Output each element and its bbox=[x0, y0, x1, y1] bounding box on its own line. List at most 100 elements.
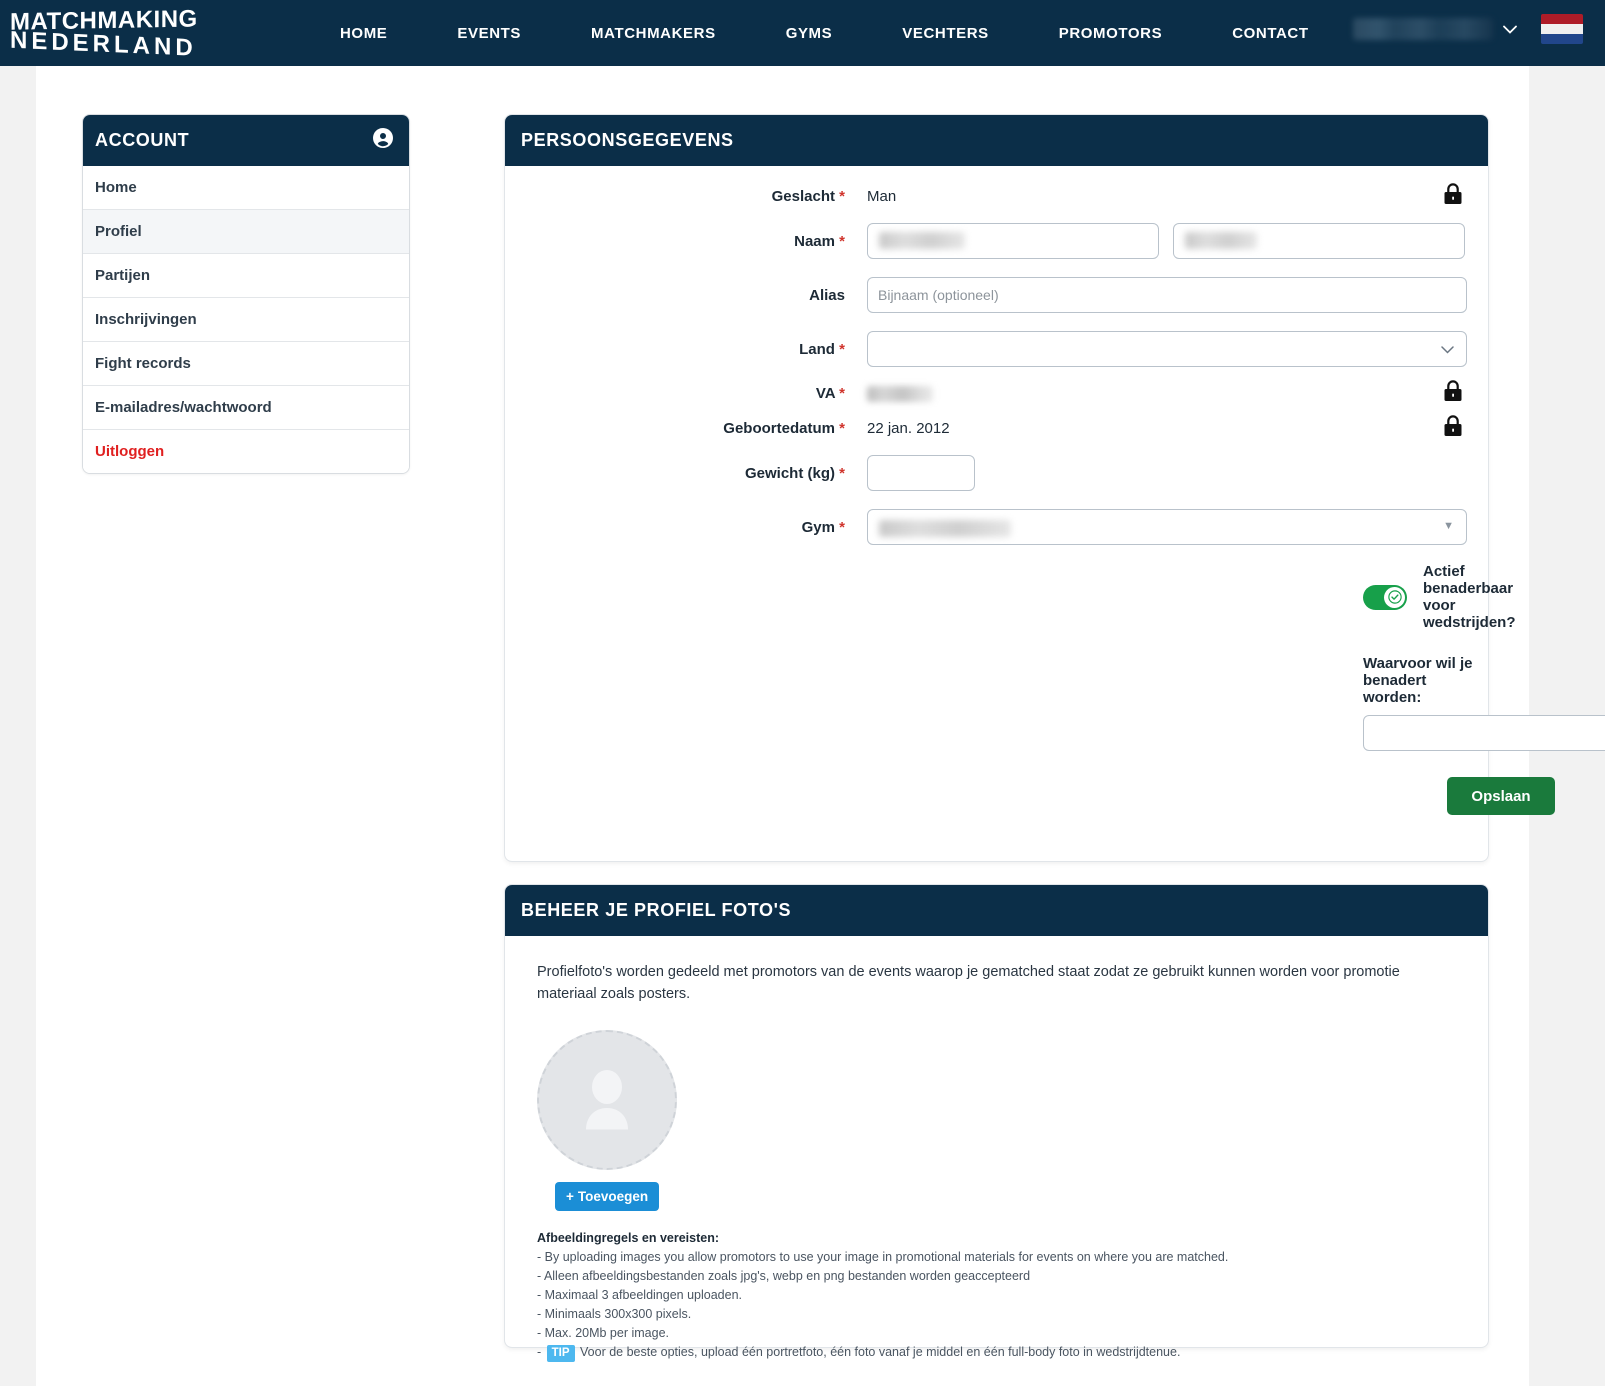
value-va bbox=[867, 385, 987, 402]
language-flag-icon[interactable] bbox=[1541, 14, 1583, 44]
value-geslacht: Man bbox=[867, 188, 897, 205]
label-alias: Alias bbox=[505, 287, 867, 304]
add-photo-button[interactable]: + Toevoegen bbox=[555, 1181, 660, 1211]
nav-item-matchmakers[interactable]: MATCHMAKERS bbox=[556, 25, 751, 42]
required-marker: * bbox=[839, 340, 845, 358]
va-redacted-value bbox=[867, 385, 933, 402]
sidebar-item-uitloggen[interactable]: Uitloggen bbox=[83, 430, 409, 473]
image-rule-tip: - TIP Voor de beste opties, upload één p… bbox=[537, 1343, 1456, 1362]
sidebar-header: ACCOUNT bbox=[83, 115, 409, 166]
row-naam: Naam * bbox=[505, 223, 1488, 259]
row-alias: Alias bbox=[505, 277, 1488, 313]
nav-item-contact[interactable]: CONTACT bbox=[1197, 25, 1343, 42]
image-rule-item: - Maximaal 3 afbeeldingen uploaden. bbox=[537, 1287, 742, 1302]
sidebar-item-email-wachtwoord[interactable]: E-mailadres/wachtwoord bbox=[83, 386, 409, 430]
personal-data-card: PERSOONSGEGEVENS Geslacht * Man Naam * A… bbox=[504, 114, 1605, 862]
personal-data-title: PERSOONSGEGEVENS bbox=[521, 130, 734, 150]
profile-photos-card: BEHEER JE PROFIEL FOTO'S Profielfoto's w… bbox=[504, 884, 1489, 1362]
alias-input[interactable] bbox=[867, 277, 1467, 313]
save-button[interactable]: Opslaan bbox=[1447, 777, 1555, 815]
top-navigation-bar: MATCHMAKING NEDERLAND HOME EVENTS MATCHM… bbox=[0, 0, 1605, 66]
nav-item-events[interactable]: EVENTS bbox=[422, 25, 556, 42]
required-marker: * bbox=[839, 232, 845, 250]
lock-icon bbox=[1442, 182, 1464, 211]
image-rule-item: - By uploading images you allow promotor… bbox=[537, 1249, 1229, 1264]
user-name-redacted bbox=[1353, 18, 1493, 40]
add-photo-label: Toevoegen bbox=[577, 1188, 649, 1204]
actief-benaderbaar-row: Actief benaderbaar voor wedstrijden? bbox=[1363, 563, 1516, 631]
image-rule-item: - Alleen afbeeldingsbestanden zoals jpg'… bbox=[537, 1268, 1031, 1283]
required-marker: * bbox=[839, 518, 845, 536]
sidebar-item-profiel[interactable]: Profiel bbox=[83, 210, 409, 254]
image-rules-title: Afbeeldingregels en vereisten: bbox=[537, 1230, 720, 1245]
label-alias-text: Alias bbox=[809, 286, 845, 304]
chevron-down-icon bbox=[1503, 21, 1517, 38]
profile-photos-header: BEHEER JE PROFIEL FOTO'S bbox=[505, 885, 1488, 936]
benadert-label: Waarvoor wil je benadert worden: bbox=[1363, 655, 1473, 706]
lock-icon bbox=[1442, 414, 1464, 443]
label-va: VA * bbox=[505, 385, 867, 402]
label-gym-text: Gym bbox=[801, 518, 835, 536]
profile-photos-title: BEHEER JE PROFIEL FOTO'S bbox=[521, 900, 792, 920]
voornaam-redacted-value bbox=[879, 232, 965, 249]
sidebar-item-fight-records[interactable]: Fight records bbox=[83, 342, 409, 386]
nav-item-home[interactable]: HOME bbox=[305, 25, 422, 42]
actief-benaderbaar-toggle[interactable] bbox=[1363, 584, 1407, 610]
value-geboortedatum: 22 jan. 2012 bbox=[867, 420, 950, 437]
main-nav: HOME EVENTS MATCHMAKERS GYMS VECHTERS PR… bbox=[305, 25, 1344, 42]
image-rule-item: - Minimaals 300x300 pixels. bbox=[537, 1306, 692, 1321]
person-icon bbox=[586, 1069, 628, 1129]
image-rule-item: - Max. 20Mb per image. bbox=[537, 1325, 669, 1340]
toggle-knob bbox=[1384, 586, 1405, 608]
image-rules: Afbeeldingregels en vereisten: - By uplo… bbox=[537, 1229, 1456, 1362]
tip-badge: TIP bbox=[546, 1344, 575, 1362]
caret-down-icon: ▼ bbox=[1443, 520, 1454, 532]
required-marker: * bbox=[839, 464, 845, 482]
nav-item-vechters[interactable]: VECHTERS bbox=[867, 25, 1023, 42]
page-content: ACCOUNT Home Profiel Partijen Inschrijvi… bbox=[36, 66, 1605, 1386]
sidebar-item-partijen[interactable]: Partijen bbox=[83, 254, 409, 298]
label-land: Land * bbox=[505, 341, 867, 358]
benadert-reden-input[interactable] bbox=[1363, 715, 1605, 751]
label-naam: Naam * bbox=[505, 233, 867, 250]
sidebar-menu: Home Profiel Partijen Inschrijvingen Fig… bbox=[83, 166, 409, 473]
label-land-text: Land bbox=[799, 340, 835, 358]
sidebar-item-inschrijvingen[interactable]: Inschrijvingen bbox=[83, 298, 409, 342]
label-gym: Gym * bbox=[505, 519, 867, 536]
sidebar-item-home[interactable]: Home bbox=[83, 166, 409, 210]
gewicht-input[interactable] bbox=[867, 455, 975, 491]
required-marker: * bbox=[839, 385, 845, 402]
row-gewicht: Gewicht (kg) * bbox=[505, 455, 1488, 491]
personal-data-header: PERSOONSGEGEVENS bbox=[505, 115, 1488, 166]
row-va: VA * bbox=[505, 379, 1488, 402]
profile-photos-body: Profielfoto's worden gedeeld met promoto… bbox=[505, 936, 1488, 1362]
plus-icon: + bbox=[566, 1188, 574, 1204]
nav-item-promotors[interactable]: PROMOTORS bbox=[1024, 25, 1197, 42]
gym-selected-value-redacted bbox=[879, 520, 1011, 537]
sidebar-title: ACCOUNT bbox=[95, 130, 190, 150]
tip-text: Voor de beste opties, upload één portret… bbox=[580, 1344, 1181, 1359]
actief-benaderbaar-label: Actief benaderbaar voor wedstrijden? bbox=[1423, 563, 1516, 631]
row-geslacht: Geslacht * Man bbox=[505, 182, 1488, 205]
photos-intro-text: Profielfoto's worden gedeeld met promoto… bbox=[537, 964, 1400, 1002]
label-va-text: VA bbox=[815, 385, 835, 402]
gym-select[interactable]: ▼ bbox=[867, 509, 1467, 545]
label-geslacht: Geslacht * bbox=[505, 188, 867, 205]
label-gewicht: Gewicht (kg) * bbox=[505, 465, 867, 482]
row-land: Land * bbox=[505, 331, 1488, 367]
account-circle-icon bbox=[371, 126, 395, 155]
land-select[interactable] bbox=[867, 331, 1467, 367]
required-marker: * bbox=[839, 420, 845, 437]
nav-item-gyms[interactable]: GYMS bbox=[751, 25, 868, 42]
label-geboortedatum: Geboortedatum * bbox=[505, 420, 867, 437]
label-naam-text: Naam bbox=[794, 232, 835, 250]
required-marker: * bbox=[839, 188, 845, 205]
account-sidebar: ACCOUNT Home Profiel Partijen Inschrijvi… bbox=[82, 114, 410, 474]
avatar-placeholder[interactable] bbox=[537, 1029, 677, 1170]
tip-dash: - bbox=[537, 1344, 542, 1359]
logo-line-2: NEDERLAND bbox=[10, 26, 197, 62]
personal-data-form: Geslacht * Man Naam * Alias Bijnaam (opt… bbox=[505, 166, 1605, 815]
site-logo[interactable]: MATCHMAKING NEDERLAND bbox=[10, 5, 210, 61]
user-menu[interactable] bbox=[1353, 18, 1517, 40]
row-geboortedatum: Geboortedatum * 22 jan. 2012 bbox=[505, 414, 1488, 437]
